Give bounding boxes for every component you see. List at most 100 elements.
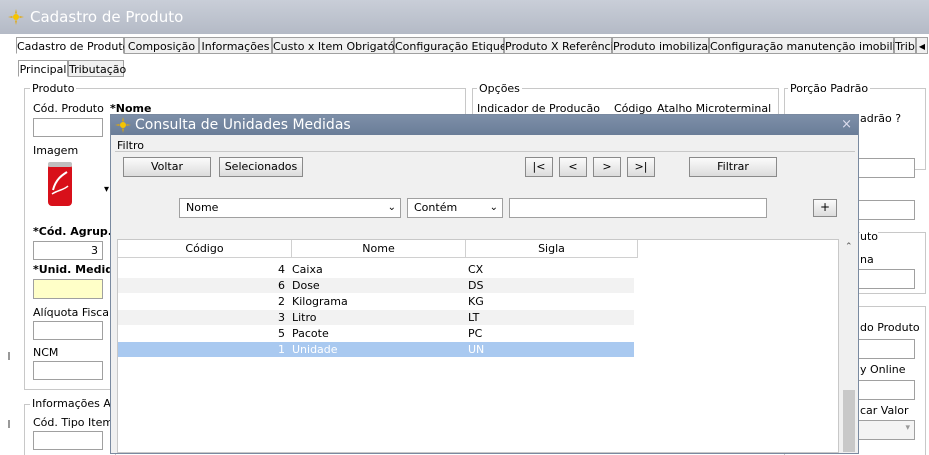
cod-agrup-label: *Cód. Agrup. <box>33 225 112 238</box>
operator-select[interactable]: Contém ⌄ <box>407 198 503 218</box>
product-image[interactable] <box>44 160 76 208</box>
cell-nome: Dose <box>292 279 320 292</box>
chevron-down-icon: ▾ <box>905 423 910 433</box>
car-valor-select[interactable]: ▾ <box>858 420 915 440</box>
padrao-label: adrão ? <box>860 112 902 125</box>
filtro-divider <box>115 151 855 152</box>
cell-nome: Kilograma <box>292 295 348 308</box>
tab-cadastro-produto[interactable]: Cadastro de Produto <box>16 37 129 54</box>
cell-sigla: LT <box>468 311 480 324</box>
cell-sigla: PC <box>468 327 483 340</box>
results-grid: Código Nome Sigla 4 Caixa CX 6 Dose DS 2… <box>117 239 856 453</box>
na-label: na <box>860 253 874 266</box>
cell-codigo: 5 <box>278 327 285 340</box>
chevron-down-icon: ⌄ <box>489 202 498 213</box>
car-valor-label: car Valor <box>860 404 909 417</box>
sub-tabs: Principal Tributação <box>18 60 138 78</box>
tab-tributacao[interactable]: Tributação <box>68 60 126 77</box>
grid-scrollbar[interactable]: ⌃ <box>842 240 856 452</box>
cell-codigo: 6 <box>278 279 285 292</box>
table-row[interactable]: 5 Pacote PC <box>118 326 634 341</box>
do-produto-input[interactable] <box>858 339 915 359</box>
cell-sigla: CX <box>468 263 484 276</box>
scroll-up-icon[interactable]: ⌃ <box>845 242 853 252</box>
coke-can-icon <box>48 162 72 206</box>
cod-tipo-item-input[interactable] <box>33 431 103 450</box>
tab-scroll-left-icon[interactable]: ◀ <box>916 37 928 54</box>
main-tabs: Cadastro de Produto Composição Informaçõ… <box>16 37 929 55</box>
dialog-titlebar: Consulta de Unidades Medidas × <box>111 115 858 135</box>
cell-codigo: 2 <box>278 295 285 308</box>
col-header-codigo[interactable]: Código <box>118 240 292 258</box>
opcoes-group-label: Opções <box>477 82 522 95</box>
last-page-button[interactable]: >| <box>627 157 655 177</box>
scrollbar-thumb[interactable] <box>843 390 855 452</box>
cell-codigo: 1 <box>278 343 285 356</box>
tab-informacoes[interactable]: Informações <box>199 37 272 54</box>
tab-principal[interactable]: Principal <box>18 60 68 77</box>
tab-trib[interactable]: Trib <box>894 37 916 54</box>
unid-medida-label: *Unid. Medida <box>33 263 121 276</box>
col-header-sigla[interactable]: Sigla <box>466 240 638 258</box>
window-titlebar: Cadastro de Produto <box>0 0 929 34</box>
table-row[interactable]: 2 Kilograma KG <box>118 294 634 309</box>
field-select-value: Nome <box>186 201 219 214</box>
tab-produto-imobilizado[interactable]: Produto imobilizado <box>612 37 722 54</box>
add-button[interactable]: + <box>813 199 837 217</box>
porcao-input-2[interactable] <box>858 200 915 220</box>
tab-custo-item[interactable]: Custo x Item Obrigatório <box>272 37 409 54</box>
cell-codigo: 3 <box>278 311 285 324</box>
next-page-button[interactable]: > <box>593 157 621 177</box>
aliquota-input[interactable] <box>33 321 103 340</box>
window-title: Cadastro de Produto <box>30 8 184 26</box>
porcao-input-1[interactable] <box>858 158 915 178</box>
close-icon[interactable]: × <box>841 117 852 132</box>
y-online-label: y Online <box>860 363 906 376</box>
search-input[interactable] <box>509 198 767 218</box>
cell-sigla: UN <box>468 343 485 356</box>
cell-sigla: KG <box>468 295 484 308</box>
voltar-button[interactable]: Voltar <box>123 157 211 177</box>
image-dropdown-icon[interactable]: ▾ <box>104 184 109 195</box>
unid-medida-input[interactable] <box>33 279 103 299</box>
window-edge <box>924 20 929 30</box>
porcao-group-label: Porção Padrão <box>788 82 871 95</box>
y-online-input[interactable] <box>858 380 915 400</box>
cell-nome: Litro <box>292 311 317 324</box>
tab-produto-referencia[interactable]: Produto X Referência <box>504 37 620 54</box>
ncm-input[interactable] <box>33 361 103 380</box>
na-input[interactable] <box>858 269 915 289</box>
operator-select-value: Contém <box>414 201 458 214</box>
filtrar-button[interactable]: Filtrar <box>689 157 777 177</box>
tab-config-manutencao[interactable]: Configuração manutenção imobilizado <box>709 37 922 54</box>
selecionados-button[interactable]: Selecionados <box>219 157 303 177</box>
cell-nome: Caixa <box>292 263 323 276</box>
dialog-title: Consulta de Unidades Medidas <box>135 117 351 133</box>
splitter-handle[interactable] <box>8 352 10 360</box>
do-produto-label: do Produto <box>860 321 920 334</box>
chevron-down-icon: ⌄ <box>387 202 396 213</box>
prev-page-button[interactable]: < <box>559 157 587 177</box>
table-row[interactable]: 6 Dose DS <box>118 278 634 293</box>
table-row[interactable]: 3 Litro LT <box>118 310 634 325</box>
aliquota-label: Alíquota Fiscal <box>33 306 113 319</box>
table-row-selected[interactable]: 1 Unidade UN <box>118 342 634 357</box>
col-header-nome[interactable]: Nome <box>292 240 466 258</box>
table-row[interactable]: 4 Caixa CX <box>118 262 634 277</box>
first-page-button[interactable]: |< <box>525 157 553 177</box>
cell-nome: Pacote <box>292 327 329 340</box>
cod-produto-input[interactable] <box>33 118 103 137</box>
consulta-unidades-dialog: Consulta de Unidades Medidas × Filtro Vo… <box>110 114 859 454</box>
cod-agrup-input[interactable]: 3 <box>33 241 103 260</box>
cod-produto-label: Cód. Produto <box>33 102 104 115</box>
cod-tipo-item-label: Cód. Tipo Item <box>33 416 114 429</box>
tab-composicao[interactable]: Composição <box>124 37 199 54</box>
tab-config-etiqueta[interactable]: Configuração Etiqueta <box>394 37 518 54</box>
imagem-label: Imagem <box>33 144 79 157</box>
field-select[interactable]: Nome ⌄ <box>179 198 401 218</box>
cell-nome: Unidade <box>292 343 338 356</box>
produto-group-label: Produto <box>30 82 77 95</box>
splitter-handle-2[interactable] <box>8 420 10 428</box>
cell-sigla: DS <box>468 279 484 292</box>
app-logo-icon <box>8 9 24 25</box>
